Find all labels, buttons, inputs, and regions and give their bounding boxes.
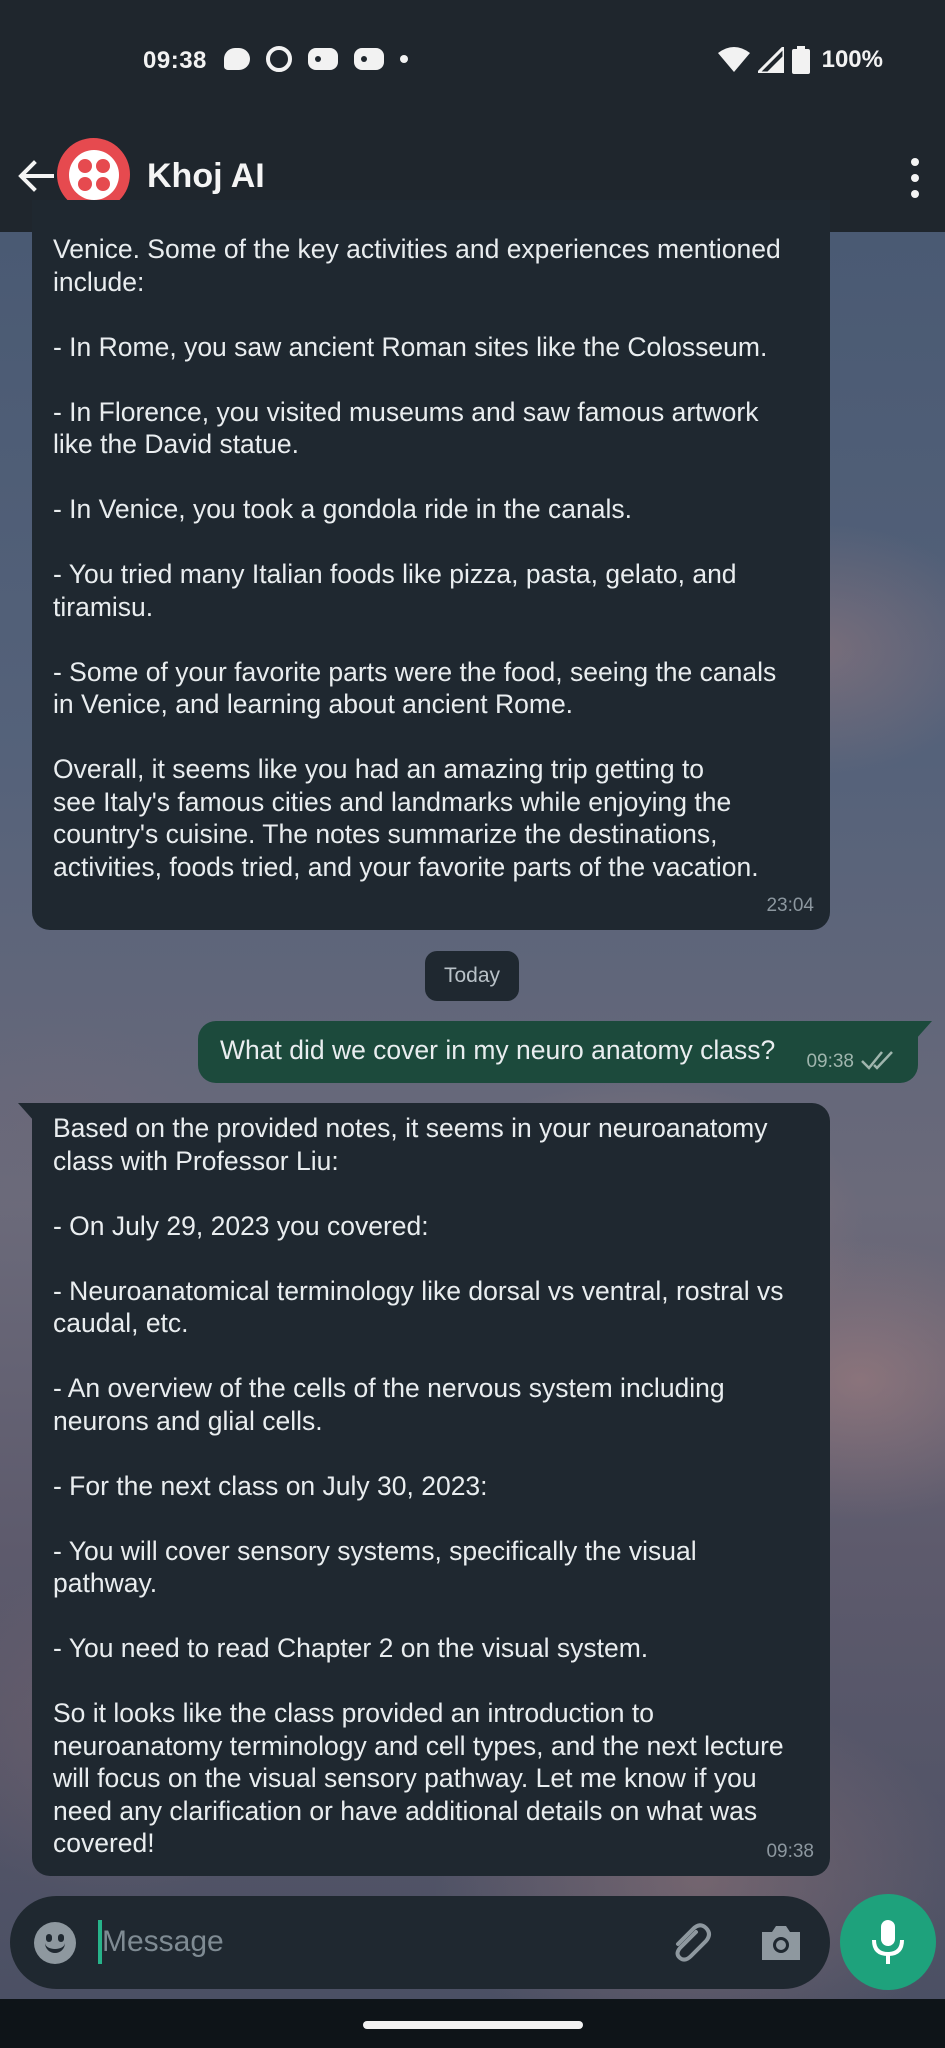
system-navigation-bar [0, 1999, 945, 2048]
microphone-icon [872, 1920, 904, 1964]
message-text: What did we cover in my neuro anatomy cl… [220, 1035, 776, 1065]
emoji-icon[interactable] [34, 1922, 76, 1964]
message-time: 09:38 [806, 1051, 854, 1072]
more-dot-icon [400, 55, 408, 63]
microphone-button[interactable] [840, 1894, 936, 1990]
incoming-message[interactable]: Based on the provided notes, it seems in… [32, 1103, 830, 1876]
signal-app-icon [266, 46, 292, 72]
message-time: 23:04 [766, 894, 814, 916]
outgoing-bubble-tail [916, 1021, 932, 1039]
camera-icon[interactable] [758, 1920, 804, 1964]
message-composer [10, 1896, 830, 1989]
paperclip-icon[interactable] [666, 1918, 714, 1966]
message-text: Venice. Some of the key activities and e… [53, 234, 781, 882]
discord-icon [354, 48, 384, 70]
date-separator: Today [425, 951, 519, 1001]
cellular-icon [757, 47, 784, 73]
notification-icons [224, 46, 408, 72]
battery-icon [791, 46, 810, 74]
battery-percentage: 100% [821, 46, 883, 73]
chat-bubble-icon [224, 48, 250, 70]
incoming-message[interactable]: Venice. Some of the key activities and e… [32, 200, 830, 930]
back-arrow-icon[interactable] [12, 152, 60, 200]
contact-name[interactable]: Khoj AI [147, 157, 265, 196]
home-gesture-handle[interactable] [363, 2021, 583, 2029]
discord-icon [308, 48, 338, 70]
status-bar: 09:38 100% [0, 0, 945, 120]
twilio-logo [68, 149, 119, 200]
message-text: Based on the provided notes, it seems in… [53, 1113, 784, 1858]
status-time: 09:38 [143, 47, 207, 74]
message-input[interactable] [102, 1916, 642, 1968]
message-time: 09:38 [766, 1840, 814, 1862]
system-icons: 100% [717, 46, 883, 74]
wifi-icon [717, 47, 750, 72]
whatsapp-chat-screen: 09:38 100% Khoj AI Venice. Some of the k… [0, 0, 945, 2048]
more-options-icon[interactable] [907, 158, 923, 198]
outgoing-message[interactable]: What did we cover in my neuro anatomy cl… [198, 1021, 918, 1083]
double-check-icon [861, 1051, 893, 1070]
